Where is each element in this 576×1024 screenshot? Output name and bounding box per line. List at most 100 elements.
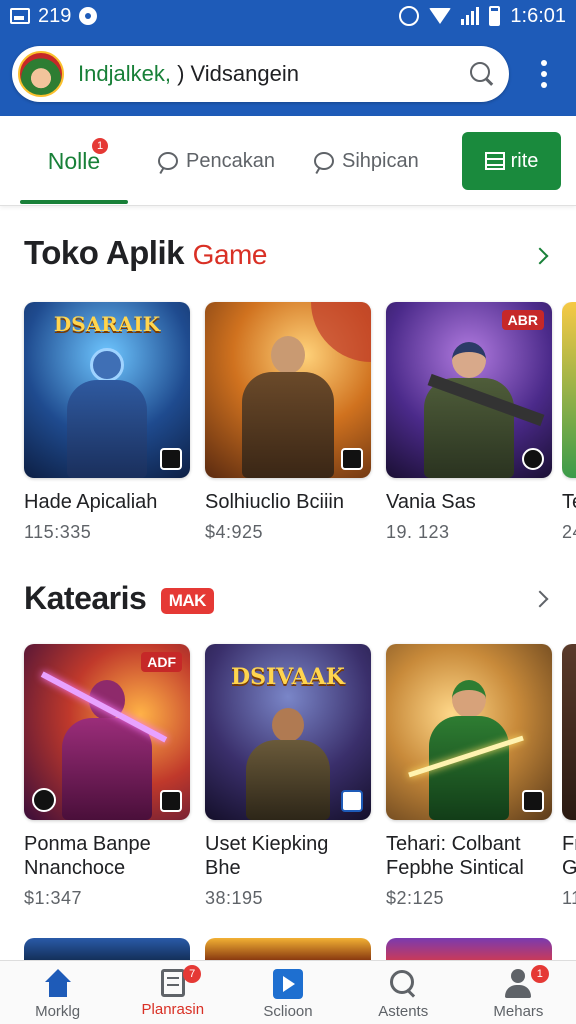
install-icon [341, 448, 363, 470]
play-icon [273, 969, 303, 999]
tab-home[interactable]: Nolle 1 [20, 116, 128, 206]
app-thumbnail [562, 644, 576, 820]
tab-search-b[interactable]: Sihpican [314, 116, 419, 206]
nav-label: Astents [378, 1003, 429, 1020]
status-count: 219 [38, 4, 72, 27]
search-text-rest: ) Vidsangein [177, 61, 299, 86]
nav-item-plans[interactable]: 7 Planrasin [115, 961, 230, 1024]
app-title-line1: Fr [562, 833, 576, 855]
app-card[interactable]: ADF Ponma Banpe Nnanchoce $1:347 [24, 644, 190, 909]
app-header: Indjalkek, ) Vidsangein [0, 32, 576, 116]
home-icon [43, 969, 73, 999]
document-icon [160, 969, 185, 997]
app-price: 24 [562, 522, 576, 542]
game-logo: DSIVAAK [231, 664, 345, 690]
nav-item-profile[interactable]: 1 Mehars [461, 961, 576, 1024]
filter-button-label: rite [510, 149, 539, 172]
app-card[interactable]: ABR Vania Sas 19. 123 [386, 302, 552, 543]
section-title-main: Katearis [24, 580, 147, 616]
nav-label: Planrasin [141, 1001, 205, 1018]
nav-label: Mehars [493, 1003, 544, 1020]
app-price: 38:195 [205, 888, 264, 908]
nav-item-play[interactable]: Sclioon [230, 961, 345, 1024]
tab-search-b-label: Sihpican [342, 149, 419, 172]
section-title-category: Katearis MAK [24, 580, 214, 617]
app-title-line1: Ponma Banpe [24, 833, 151, 855]
app-title-line2: Bhe [205, 857, 241, 879]
app-price: 11 [562, 888, 576, 908]
tab-home-badge: 1 [92, 138, 108, 154]
app-price: $1:347 [24, 888, 83, 908]
section-tag: MAK [160, 587, 214, 614]
app-thumbnail [205, 302, 371, 478]
app-title: Hade Apicaliah [24, 491, 158, 513]
status-clock: 1:6:01 [510, 4, 566, 27]
record-icon [79, 7, 98, 25]
app-title: Solhiuclio Bciiin [205, 491, 344, 513]
tab-search-a-label: Pencakan [186, 149, 275, 172]
app-title-line2: G [562, 857, 576, 879]
search-bubble-icon [158, 152, 178, 170]
search-bar[interactable]: Indjalkek, ) Vidsangein [12, 46, 509, 102]
character-art [62, 338, 152, 478]
app-title-line2: Nnanchoce [24, 857, 126, 879]
more-options-icon[interactable] [540, 60, 548, 88]
wifi-icon [429, 8, 452, 24]
emblem-icon [32, 788, 56, 812]
app-price: 115:335 [24, 522, 92, 542]
app-title: Te [562, 491, 576, 513]
search-icon[interactable] [469, 61, 495, 87]
status-bar: 219 1:6:01 [0, 0, 576, 32]
thumb-badge: ADF [141, 652, 182, 672]
section-title-main: Toko Aplik [24, 234, 185, 271]
tab-bar: Nolle 1 Pencakan Sihpican rite [0, 116, 576, 206]
install-icon [160, 790, 182, 812]
chevron-right-icon[interactable] [531, 247, 549, 265]
app-card-partial[interactable]: Te 24 [562, 302, 576, 543]
game-logo: DSARAIK [53, 312, 161, 336]
search-input[interactable]: Indjalkek, ) Vidsangein [78, 61, 299, 87]
app-thumbnail-partial[interactable] [386, 938, 552, 960]
notification-icon [10, 8, 30, 24]
nav-item-search[interactable]: Astents [346, 961, 461, 1024]
app-title-line1: Uset Kiepking [205, 833, 329, 855]
app-card-partial[interactable]: Fr G 11 [562, 644, 576, 909]
filter-button[interactable]: rite [462, 132, 561, 190]
tab-search-a[interactable]: Pencakan [158, 116, 275, 206]
bottom-navigation: Morklg 7 Planrasin Sclioon Astents 1 Meh… [0, 960, 576, 1024]
app-thumbnail: DSIVAAK [205, 644, 371, 820]
avatar[interactable] [18, 51, 64, 97]
battery-icon [489, 6, 501, 26]
section-title-store: Toko Aplik Game [24, 234, 267, 272]
person-icon [503, 969, 533, 999]
app-thumbnail: ABR [386, 302, 552, 478]
app-card[interactable]: Solhiuclio Bciiin $4:925 [205, 302, 371, 543]
search-text-accent: Indjalkek, [78, 61, 171, 86]
app-thumbnail [562, 302, 576, 478]
install-icon [522, 790, 544, 812]
search-bubble-icon [314, 152, 334, 170]
app-title-line2: Fepbhe Sintical [386, 857, 524, 879]
nav-label: Morklg [35, 1003, 81, 1020]
search-icon [388, 969, 418, 999]
app-thumbnail-partial[interactable] [24, 938, 190, 960]
signal-icon [461, 7, 480, 25]
app-thumbnail: DSARAIK [24, 302, 190, 478]
chevron-right-icon[interactable] [531, 590, 549, 608]
tab-active-indicator [20, 200, 128, 204]
app-title-line1: Tehari: Colbant [386, 833, 521, 855]
character-art [243, 700, 333, 820]
section-title-accent: Game [192, 239, 268, 270]
nav-item-home[interactable]: Morklg [0, 961, 115, 1024]
app-price: $4:925 [205, 522, 264, 542]
app-price: 19. 123 [386, 522, 450, 542]
thumb-badge: ABR [501, 310, 544, 330]
app-card[interactable]: DSIVAAK Uset Kiepking Bhe 38:195 [205, 644, 371, 909]
app-thumbnail-partial[interactable] [205, 938, 371, 960]
app-card[interactable]: Tehari: Colbant Fepbhe Sintical $2:125 [386, 644, 552, 909]
install-icon [160, 448, 182, 470]
app-card[interactable]: DSARAIK Hade Apicaliah 115:335 [24, 302, 190, 543]
list-icon [484, 152, 505, 170]
app-thumbnail: ADF [24, 644, 190, 820]
nav-badge: 7 [183, 965, 202, 983]
